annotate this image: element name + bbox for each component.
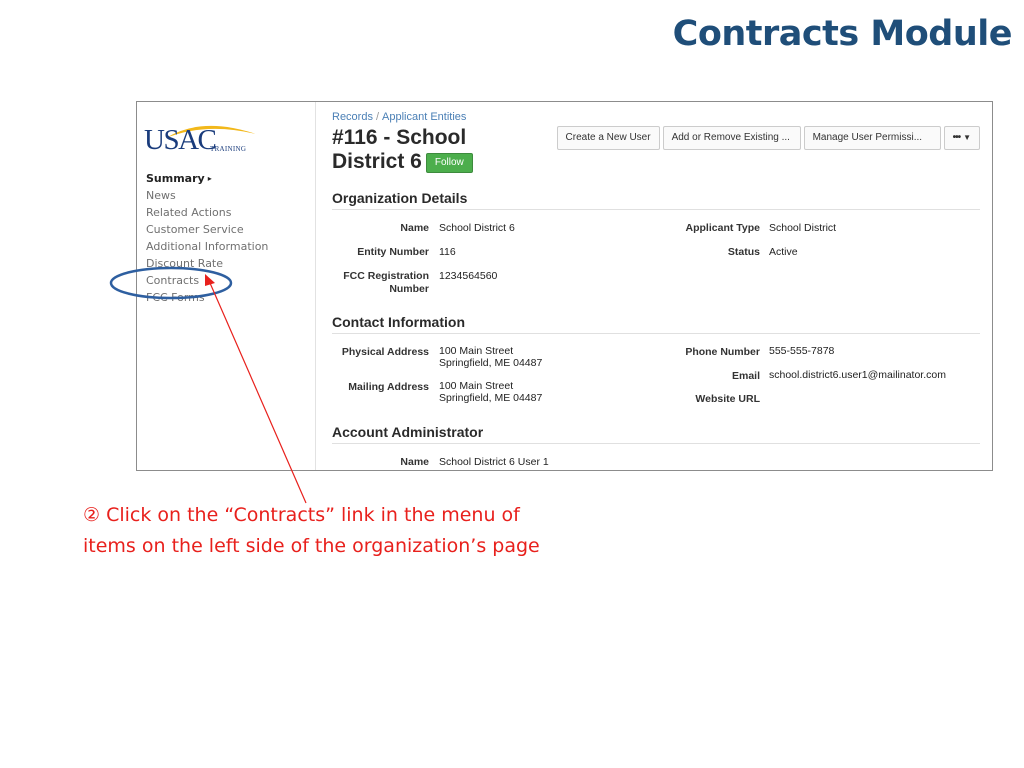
- toolbar: Create a New User Add or Remove Existing …: [554, 126, 980, 150]
- page-title: #116 - School District 6 Follow: [332, 126, 473, 174]
- contact-information-heading: Contact Information: [332, 314, 980, 334]
- instruction-line1: ② Click on the “Contracts” link in the m…: [83, 504, 520, 526]
- fcc-registration-label-wrap: FCC Registration Number: [332, 270, 429, 298]
- instruction-line2: items on the left side of the organizati…: [83, 535, 540, 557]
- sidebar: USAC TRAINING Summary ▸ News Related Acti…: [137, 102, 316, 470]
- side-menu: Summary ▸ News Related Actions Customer S…: [146, 170, 268, 306]
- mailing-address-label: Mailing Address: [348, 381, 429, 393]
- breadcrumb: Records / Applicant Entities: [332, 111, 466, 123]
- sidebar-item-fcc-forms[interactable]: FCC Forms: [146, 289, 268, 306]
- caret-down-icon: ▼: [963, 133, 971, 142]
- breadcrumb-records-link[interactable]: Records: [332, 111, 373, 123]
- org-name-value: School District 6: [439, 222, 515, 234]
- phone-number-label: Phone Number: [685, 346, 760, 358]
- more-actions-button[interactable]: ••• ▼: [943, 126, 980, 150]
- sidebar-item-news[interactable]: News: [146, 187, 268, 204]
- logo-text: USAC: [144, 124, 217, 156]
- sidebar-item-customer-service[interactable]: Customer Service: [146, 221, 268, 238]
- sidebar-item-summary[interactable]: Summary ▸: [146, 170, 268, 187]
- sidebar-item-contracts[interactable]: Contracts: [146, 272, 268, 289]
- fcc-registration-value: 1234564560: [439, 270, 498, 282]
- fcc-registration-label: FCC Registration Number: [343, 270, 429, 295]
- sidebar-item-label: Summary: [146, 172, 205, 185]
- status-value: Active: [769, 246, 798, 258]
- slide-title: Contracts Module: [672, 14, 1013, 54]
- entity-number-label: Entity Number: [357, 246, 429, 258]
- app-screenshot: USAC TRAINING Summary ▸ News Related Acti…: [136, 101, 993, 471]
- website-url-label: Website URL: [695, 393, 760, 405]
- sidebar-item-related-actions[interactable]: Related Actions: [146, 204, 268, 221]
- physical-address-value: 100 Main Street Springfield, ME 04487: [439, 345, 542, 369]
- status-label: Status: [727, 246, 760, 258]
- physical-address-line1: 100 Main Street: [439, 345, 514, 357]
- admin-name-label: Name: [400, 456, 429, 468]
- email-value: school.district6.user1@mailinator.com: [769, 369, 946, 381]
- mailing-address-line1: 100 Main Street: [439, 380, 514, 392]
- instruction-text: ② Click on the “Contracts” link in the m…: [83, 500, 603, 562]
- logo-subtext: TRAINING: [210, 145, 247, 153]
- entity-number-value: 116: [439, 246, 456, 258]
- sidebar-item-additional-information[interactable]: Additional Information: [146, 238, 268, 255]
- manage-user-permissions-button[interactable]: Manage User Permissi...: [803, 126, 941, 150]
- create-new-user-button[interactable]: Create a New User: [556, 126, 660, 150]
- follow-button[interactable]: Follow: [425, 153, 473, 173]
- more-dots-icon: •••: [952, 132, 961, 143]
- page-title-line2: District 6: [332, 150, 422, 173]
- caret-right-icon: ▸: [207, 174, 212, 183]
- applicant-type-label: Applicant Type: [685, 222, 760, 234]
- sidebar-item-discount-rate[interactable]: Discount Rate: [146, 255, 268, 272]
- email-label: Email: [731, 370, 760, 382]
- physical-address-label: Physical Address: [341, 346, 429, 358]
- org-name-label: Name: [400, 222, 429, 234]
- breadcrumb-applicant-entities-link[interactable]: Applicant Entities: [382, 111, 466, 123]
- phone-number-value: 555-555-7878: [769, 345, 835, 357]
- physical-address-line2: Springfield, ME 04487: [439, 357, 543, 369]
- page-title-line1: #116 - School: [332, 126, 467, 149]
- organization-details-heading: Organization Details: [332, 190, 980, 210]
- main-content: Records / Applicant Entities #116 - School…: [332, 102, 980, 470]
- mailing-address-value: 100 Main Street Springfield, ME 04487: [439, 380, 542, 404]
- admin-name-value: School District 6 User 1: [439, 456, 549, 468]
- add-remove-existing-button[interactable]: Add or Remove Existing ...: [662, 126, 801, 150]
- applicant-type-value: School District: [769, 222, 837, 234]
- account-administrator-heading: Account Administrator: [332, 424, 980, 444]
- breadcrumb-separator: /: [375, 111, 380, 123]
- mailing-address-line2: Springfield, ME 04487: [439, 392, 543, 404]
- usac-logo: USAC TRAINING: [144, 114, 260, 158]
